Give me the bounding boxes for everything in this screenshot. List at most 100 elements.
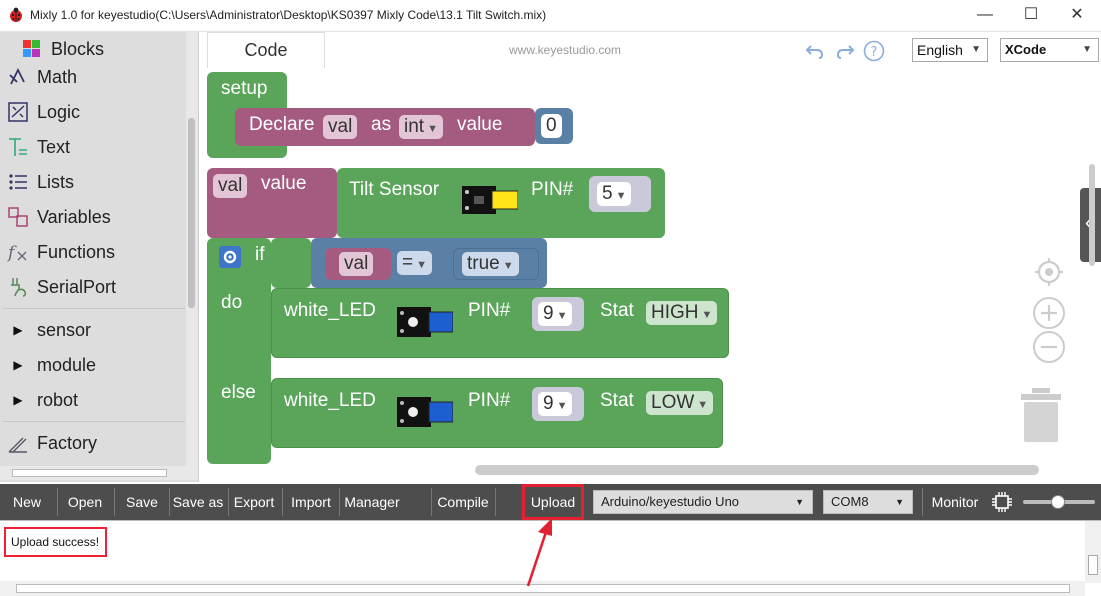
language-select[interactable]: English ▼ [912,38,988,62]
sidebar-item-label: sensor [37,319,92,340]
led-low-pin-block[interactable]: 9 ▼ [532,387,584,421]
led-high-pin-block[interactable]: 9 ▼ [532,297,584,331]
upload-button[interactable]: Upload [522,484,584,520]
stat-label: Stat [600,390,634,411]
window-title: Mixly 1.0 for keyestudio(C:\Users\Admini… [30,8,547,22]
cond-var-block[interactable]: val [325,248,391,280]
new-button[interactable]: New [4,484,50,520]
tilt-pin-value: 5 [602,183,613,204]
sidebar-scroll-thumb[interactable] [188,118,195,308]
tilt-sensor-label: Tilt Sensor [349,179,440,200]
math-icon [6,65,30,89]
number-block[interactable]: 0 [535,108,573,144]
type-dropdown[interactable]: int ▼ [399,115,443,139]
toolbar-separator [57,488,58,516]
led-high-stat-dropdown[interactable]: HIGH ▼ [646,301,718,325]
workspace-horizontal-scrollbar[interactable] [475,465,1039,475]
chevron-down-icon: ▼ [502,260,514,272]
sidebar-vertical-scrollbar[interactable] [186,32,198,466]
sidebar-item-logic[interactable]: Logic [6,97,80,127]
undo-icon[interactable] [805,41,825,61]
tilt-pin-block[interactable]: 5 ▼ [589,176,651,212]
chip-icon[interactable] [991,491,1013,513]
led-high-block[interactable]: white_LED PIN# 9 ▼ Stat HIGH ▼ [271,288,729,358]
export-button[interactable]: Export [230,484,278,520]
sidebar-item-label: SerialPort [37,276,117,297]
assign-block[interactable]: val value [207,168,337,238]
help-icon[interactable]: ? [863,40,885,62]
operator-dropdown[interactable]: = ▼ [397,251,432,275]
sidebar-item-lists[interactable]: Lists [6,167,74,197]
toolbar-separator [495,488,496,516]
sidebar-item-text[interactable]: Text [6,132,70,162]
cond-var-field[interactable]: val [339,252,374,276]
save-as-button[interactable]: Save as [171,484,225,520]
declare-var-field[interactable]: val [323,115,358,139]
tilt-sensor-block[interactable]: Tilt Sensor PIN# 5 ▼ [337,168,665,238]
declare-value-field[interactable]: 0 [541,114,562,138]
sidebar-item-module[interactable]: ▶ module [6,350,96,380]
zoom-slider[interactable] [1023,495,1095,509]
sidebar-hscroll-thumb[interactable] [12,469,167,477]
open-button[interactable]: Open [62,484,108,520]
cond-value-block[interactable]: true ▼ [453,248,539,280]
maximize-button[interactable]: ☐ [1008,0,1054,32]
declare-block[interactable]: Declare val as int ▼ value [235,108,535,146]
console-scroll-thumb[interactable] [1088,555,1098,575]
recenter-icon[interactable] [1033,256,1065,288]
console-vertical-scrollbar[interactable] [1085,521,1101,583]
blocks-sidebar: Blocks Math Logic Text Lists Variables f [0,32,198,482]
value-label: value [457,114,503,135]
import-button[interactable]: Import [285,484,337,520]
block-workspace[interactable]: Code www.keyestudio.com ? English ▼ XCod… [198,32,1101,482]
tab-code[interactable]: Code [207,32,325,68]
pin-label: PIN# [468,390,511,411]
redo-icon[interactable] [835,41,855,61]
workspace-vertical-scrollbar[interactable] [1089,164,1095,266]
port-select[interactable]: COM8 ▼ [823,490,913,514]
sidebar-item-variables[interactable]: Variables [6,202,111,232]
assign-var-field[interactable]: val [213,174,248,198]
minimize-button[interactable]: — [962,0,1008,32]
toolbar-separator [339,488,340,516]
declare-label: Declare [249,114,315,135]
led-low-block[interactable]: white_LED PIN# 9 ▼ Stat LOW ▼ [271,378,723,448]
manager-button[interactable]: Manager [341,484,403,520]
if-else-block[interactable]: if do else [207,238,271,464]
annotation-arrow-icon [526,518,552,587]
compile-button[interactable]: Compile [433,484,493,520]
compare-block[interactable]: val = ▼ true ▼ [311,238,547,288]
led-low-stat-dropdown[interactable]: LOW ▼ [646,391,714,415]
save-button[interactable]: Save [120,484,164,520]
chevron-down-icon: ▼ [701,309,713,321]
chevron-down-icon: ▼ [971,44,981,55]
sidebar-item-functions[interactable]: f Functions [6,237,115,267]
sidebar-item-sensor[interactable]: ▶ sensor [6,315,91,345]
white-led-module-icon [397,307,453,337]
expand-triangle-icon: ▶ [13,393,23,407]
sidebar-item-math[interactable]: Math [6,62,77,92]
sidebar-item-robot[interactable]: ▶ robot [6,385,78,415]
zoom-slider-thumb[interactable] [1051,495,1065,509]
site-url: www.keyestudio.com [509,43,622,57]
chevron-down-icon: ▼ [556,310,568,322]
monitor-button[interactable]: Monitor [926,484,984,520]
functions-icon: f [6,240,30,264]
sidebar-item-serialport[interactable]: SerialPort [6,272,116,302]
sidebar-item-factory[interactable]: Factory [6,428,97,458]
gear-icon[interactable] [219,246,241,268]
cond-value-dropdown[interactable]: true ▼ [462,252,519,276]
text-icon [6,135,30,159]
zoom-in-icon[interactable] [1032,296,1066,330]
led-high-pin-dropdown[interactable]: 9 ▼ [538,302,573,326]
sidebar-horizontal-scrollbar[interactable] [0,466,198,480]
type-value: int [404,116,425,137]
led-low-pin-dropdown[interactable]: 9 ▼ [538,392,573,416]
zoom-out-icon[interactable] [1032,330,1066,364]
trash-icon[interactable] [1019,388,1063,444]
assign-value-label: value [261,173,307,194]
tilt-pin-dropdown[interactable]: 5 ▼ [597,182,632,206]
board-select[interactable]: Arduino/keyestudio Uno ▼ [593,490,813,514]
close-button[interactable]: ✕ [1054,0,1100,32]
theme-select[interactable]: XCode ▼ [1000,38,1099,62]
